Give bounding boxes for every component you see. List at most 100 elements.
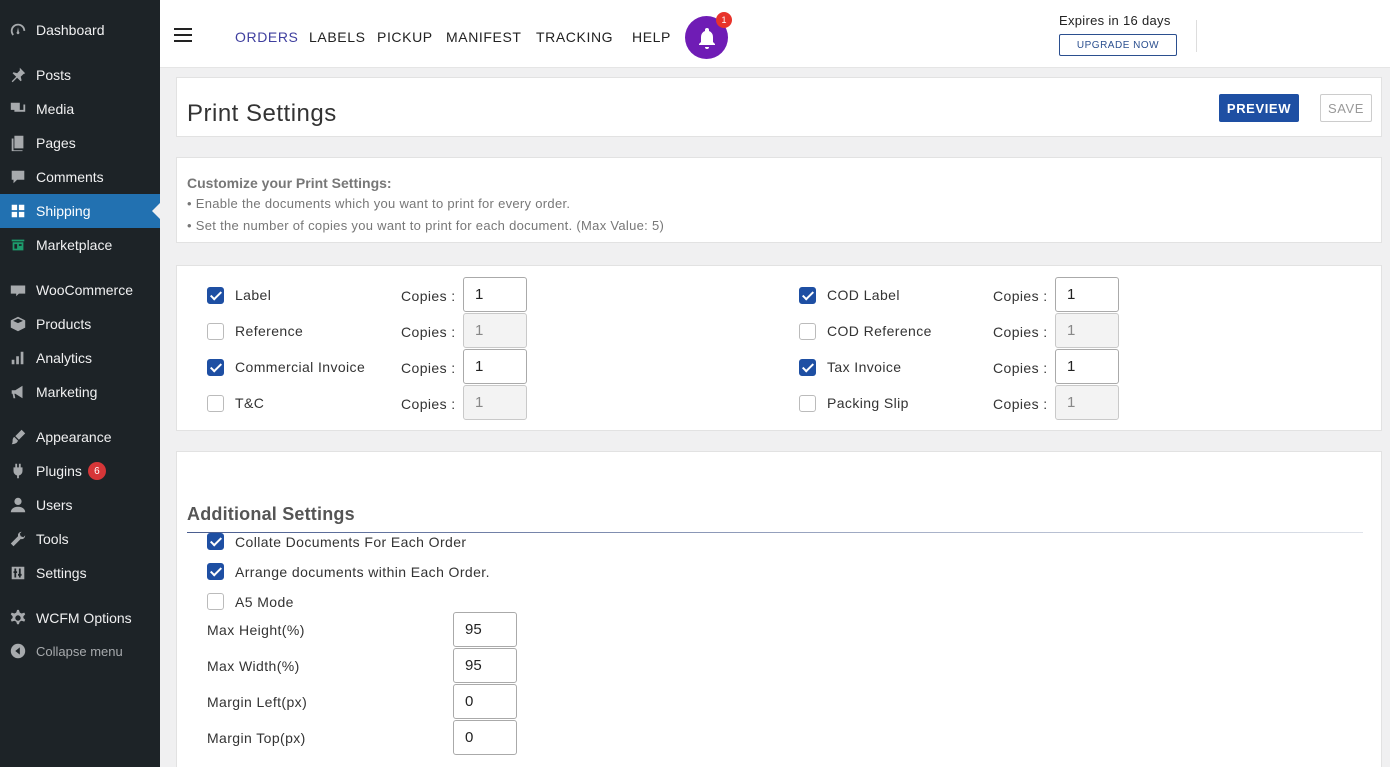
sidebar-item-label: Collapse menu xyxy=(36,643,123,659)
nav-manifest[interactable]: MANIFEST xyxy=(446,29,522,45)
nav-help[interactable]: HELP xyxy=(632,29,671,45)
box-icon xyxy=(8,314,28,334)
packing-slip-copies-input[interactable]: 1 xyxy=(1055,385,1119,420)
section-divider xyxy=(187,532,1363,533)
document-label: Reference xyxy=(235,323,304,339)
woo-icon xyxy=(8,280,28,300)
sliders-icon xyxy=(8,563,28,583)
copies-label: Copies : xyxy=(993,288,1048,304)
bell-icon xyxy=(698,27,715,49)
gear-icon xyxy=(8,608,28,628)
save-button[interactable]: SAVE xyxy=(1320,94,1372,122)
admin-sidebar: Dashboard Posts Media Pages Comments Shi… xyxy=(0,0,160,767)
max-width-input[interactable]: 95 xyxy=(453,648,517,683)
sidebar-item-products[interactable]: Products xyxy=(0,307,160,341)
sidebar-item-pages[interactable]: Pages xyxy=(0,126,160,160)
copies-label: Copies : xyxy=(401,288,456,304)
field-label: Margin Left(px) xyxy=(207,694,308,710)
sidebar-item-label: Settings xyxy=(36,565,87,581)
sidebar-item-comments[interactable]: Comments xyxy=(0,160,160,194)
sidebar-item-label: Plugins xyxy=(36,463,82,479)
tnc-copies-input[interactable]: 1 xyxy=(463,385,527,420)
section-title: Additional Settings xyxy=(187,504,355,524)
print-settings-info: Customize your Print Settings: • Enable … xyxy=(176,157,1382,243)
field-label: Max Width(%) xyxy=(207,658,300,674)
sidebar-item-label: Posts xyxy=(36,67,72,83)
comment-icon xyxy=(8,167,28,187)
sidebar-item-label: Comments xyxy=(36,169,104,185)
nav-orders[interactable]: ORDERS xyxy=(235,29,299,45)
max-height-input[interactable]: 95 xyxy=(453,612,517,647)
sidebar-item-tools[interactable]: Tools xyxy=(0,522,160,556)
sidebar-item-woocommerce[interactable]: WooCommerce xyxy=(0,273,160,307)
arrange-documents-checkbox[interactable] xyxy=(207,563,224,580)
commercial-invoice-copies-input[interactable]: 1 xyxy=(463,349,527,384)
copies-label: Copies : xyxy=(993,396,1048,412)
sidebar-item-marketing[interactable]: Marketing xyxy=(0,375,160,409)
bar-chart-icon xyxy=(8,348,28,368)
document-label: Packing Slip xyxy=(827,395,909,411)
sidebar-item-marketplace[interactable]: Marketplace xyxy=(0,228,160,262)
commercial-invoice-checkbox[interactable] xyxy=(207,359,224,376)
margin-left-input[interactable]: 0 xyxy=(453,684,517,719)
nav-pickup[interactable]: PICKUP xyxy=(377,29,433,45)
sidebar-item-media[interactable]: Media xyxy=(0,92,160,126)
cod-label-checkbox[interactable] xyxy=(799,287,816,304)
expiry-text: Expires in 16 days xyxy=(1059,13,1171,28)
sidebar-item-label: Dashboard xyxy=(36,22,105,38)
sidebar-item-label: Appearance xyxy=(36,429,112,445)
print-settings-header: Print Settings PREVIEW SAVE xyxy=(176,77,1382,137)
pages-icon xyxy=(8,133,28,153)
field-label: Max Height(%) xyxy=(207,622,305,638)
pushpin-icon xyxy=(8,65,28,85)
nav-tracking[interactable]: TRACKING xyxy=(536,29,613,45)
document-label: Tax Invoice xyxy=(827,359,902,375)
plug-icon xyxy=(8,461,28,481)
tax-invoice-checkbox[interactable] xyxy=(799,359,816,376)
sidebar-item-label: Shipping xyxy=(36,203,91,219)
upgrade-now-button[interactable]: UPGRADE NOW xyxy=(1059,34,1177,56)
sidebar-item-posts[interactable]: Posts xyxy=(0,58,160,92)
tax-invoice-copies-input[interactable]: 1 xyxy=(1055,349,1119,384)
info-title: Customize your Print Settings: xyxy=(187,175,392,191)
sidebar-item-label: Pages xyxy=(36,135,76,151)
cod-reference-copies-input[interactable]: 1 xyxy=(1055,313,1119,348)
sidebar-item-shipping[interactable]: Shipping xyxy=(0,194,160,228)
label-checkbox[interactable] xyxy=(207,287,224,304)
sidebar-item-plugins[interactable]: Plugins 6 xyxy=(0,454,160,488)
packing-slip-checkbox[interactable] xyxy=(799,395,816,412)
sidebar-item-label: WooCommerce xyxy=(36,282,133,298)
collate-documents-checkbox[interactable] xyxy=(207,533,224,550)
documents-panel: Label Copies : 1 Reference Copies : 1 Co… xyxy=(176,265,1382,431)
reference-checkbox[interactable] xyxy=(207,323,224,340)
margin-top-input[interactable]: 0 xyxy=(453,720,517,755)
sidebar-item-dashboard[interactable]: Dashboard xyxy=(0,13,160,47)
brush-icon xyxy=(8,427,28,447)
wrench-icon xyxy=(8,529,28,549)
sidebar-item-label: Tools xyxy=(36,531,69,547)
info-line: • Set the number of copies you want to p… xyxy=(187,218,665,233)
hamburger-menu-icon[interactable] xyxy=(174,28,192,42)
sidebar-item-wcfm-options[interactable]: WCFM Options xyxy=(0,601,160,635)
sidebar-item-settings[interactable]: Settings xyxy=(0,556,160,590)
cod-label-copies-input[interactable]: 1 xyxy=(1055,277,1119,312)
document-label: Commercial Invoice xyxy=(235,359,366,375)
cod-reference-checkbox[interactable] xyxy=(799,323,816,340)
copies-label: Copies : xyxy=(993,324,1048,340)
label-copies-input[interactable]: 1 xyxy=(463,277,527,312)
sidebar-collapse-menu[interactable]: Collapse menu xyxy=(0,634,160,668)
nav-labels[interactable]: LABELS xyxy=(309,29,366,45)
sidebar-item-appearance[interactable]: Appearance xyxy=(0,420,160,454)
preview-button[interactable]: PREVIEW xyxy=(1219,94,1299,122)
tnc-checkbox[interactable] xyxy=(207,395,224,412)
sidebar-item-analytics[interactable]: Analytics xyxy=(0,341,160,375)
reference-copies-input[interactable]: 1 xyxy=(463,313,527,348)
topbar-divider xyxy=(1196,20,1197,52)
option-label: Collate Documents For Each Order xyxy=(235,534,467,550)
additional-settings-panel: Additional Settings Collate Documents Fo… xyxy=(176,451,1382,767)
page-title: Print Settings xyxy=(187,100,337,127)
user-icon xyxy=(8,495,28,515)
a5-mode-checkbox[interactable] xyxy=(207,593,224,610)
option-label: Arrange documents within Each Order. xyxy=(235,564,490,580)
sidebar-item-users[interactable]: Users xyxy=(0,488,160,522)
